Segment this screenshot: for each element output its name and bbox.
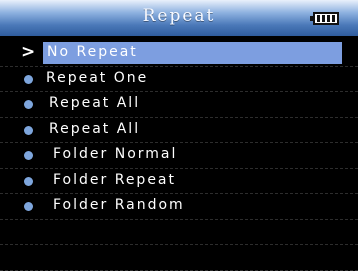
bullet-icon (24, 125, 33, 135)
menu-item-label: No Repeat (47, 44, 138, 60)
title-bar: Repeat (0, 0, 358, 36)
menu-item-label: Folder Normal (53, 146, 178, 162)
menu-item-repeat-all[interactable]: Repeat All (0, 92, 358, 118)
bullet-icon (24, 151, 33, 160)
menu-item-label: Repeat All (49, 95, 141, 111)
menu-item-repeat-all-2[interactable]: Repeat All (0, 118, 358, 143)
empty-row (0, 220, 358, 245)
bullet-icon (24, 74, 33, 84)
menu-item-folder-repeat[interactable]: Folder Repeat (0, 169, 358, 194)
selection-arrow-icon: > (21, 42, 36, 62)
empty-row (0, 245, 358, 271)
menu-item-label: Folder Random (53, 197, 185, 213)
menu-item-folder-normal[interactable]: Folder Normal (0, 143, 358, 169)
menu-item-label: Repeat All (49, 120, 141, 137)
menu-item-no-repeat[interactable]: > No Repeat (0, 41, 358, 67)
bullet-icon (24, 100, 33, 109)
device-screen: Repeat > No Repeat Repeat One Repeat All… (0, 0, 358, 271)
bullet-icon (24, 202, 33, 211)
menu-item-label: Folder Repeat (53, 171, 176, 188)
menu-item-folder-random[interactable]: Folder Random (0, 194, 358, 220)
bullet-icon (24, 176, 33, 186)
menu-item-label: Repeat One (46, 69, 149, 86)
page-title: Repeat (142, 6, 216, 26)
repeat-menu: > No Repeat Repeat One Repeat All Repeat… (0, 41, 358, 271)
battery-full-icon (310, 12, 339, 25)
menu-item-repeat-one[interactable]: Repeat One (0, 67, 358, 92)
